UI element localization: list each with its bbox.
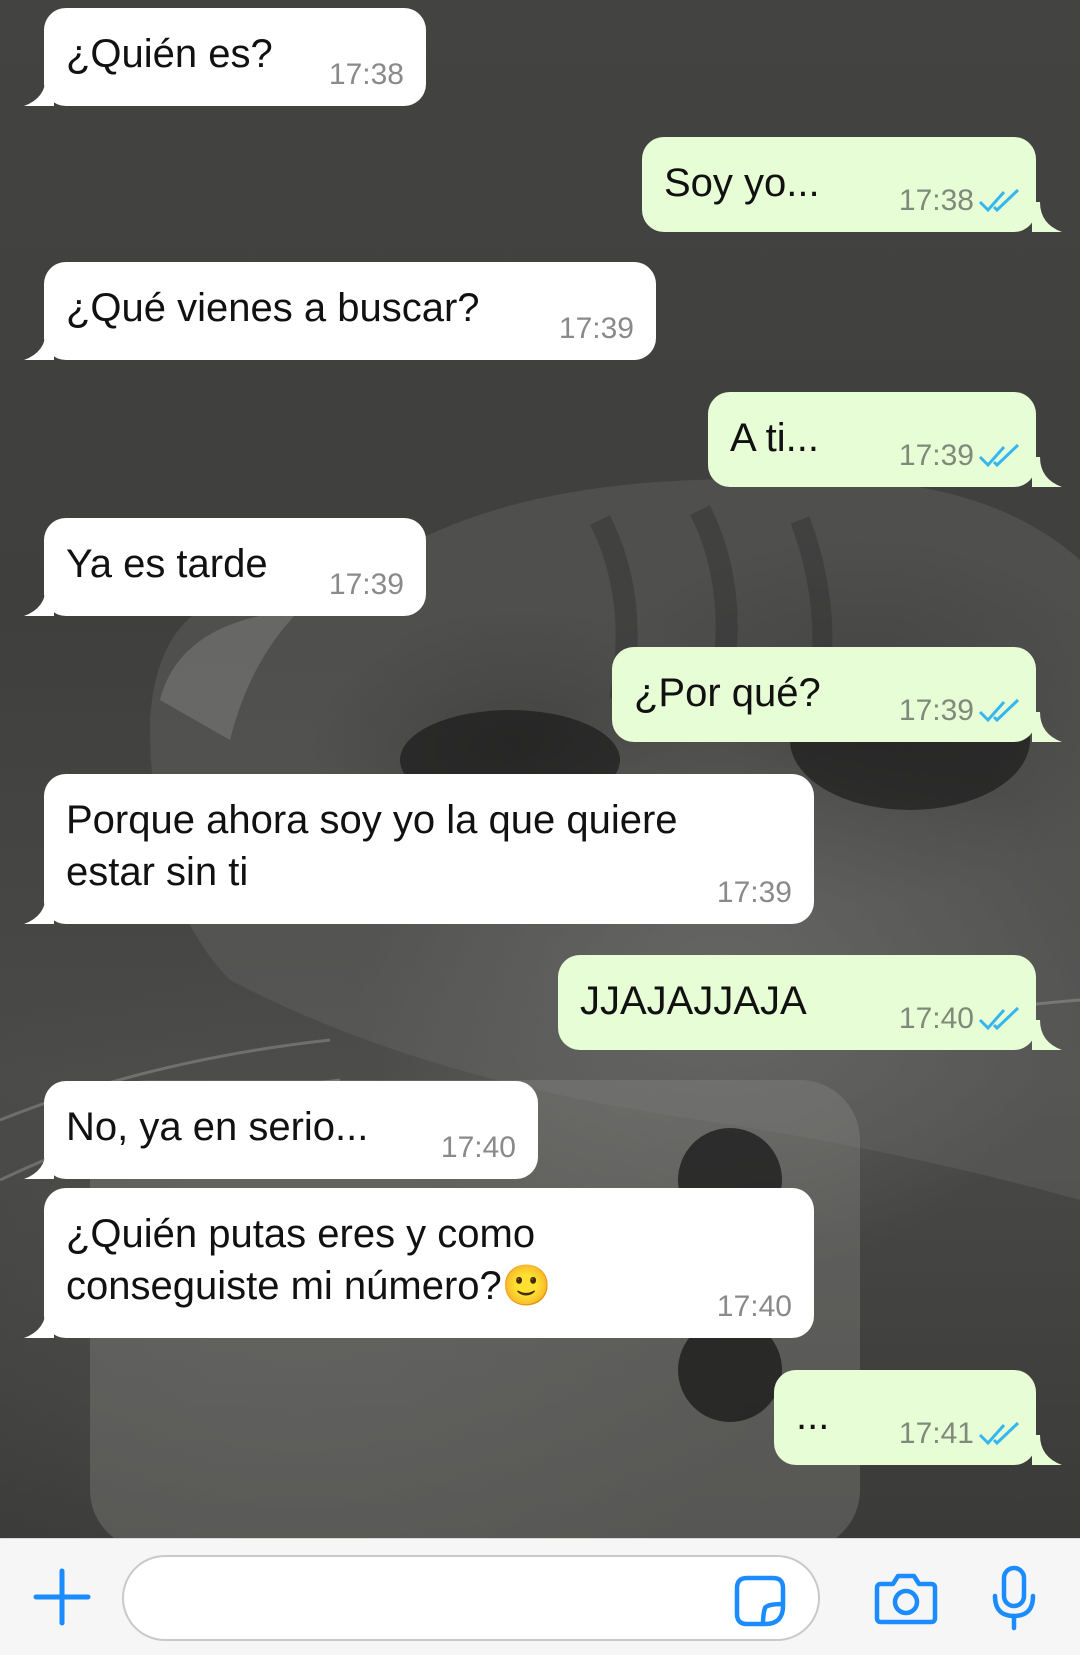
camera-button[interactable] <box>870 1563 942 1635</box>
bubble-tail <box>1032 202 1062 232</box>
message-bubble-outgoing[interactable]: Soy yo... 17:38 <box>642 137 1062 232</box>
message-text: ¿Quién es? <box>66 32 273 76</box>
message-time: 17:39 <box>328 568 404 601</box>
message-text: Soy yo... <box>664 161 820 205</box>
message-time: 17:40 <box>899 1004 1022 1034</box>
message-text: A ti... <box>730 416 819 460</box>
message-bubble-outgoing[interactable]: ¿Por qué? 17:39 <box>612 647 1062 742</box>
message-text: ¿Por qué? <box>634 671 821 715</box>
double-check-icon <box>978 698 1020 723</box>
camera-icon <box>874 1573 938 1625</box>
message-text: No, ya en serio... <box>66 1105 369 1149</box>
double-check-icon <box>978 443 1020 468</box>
sticker-icon <box>734 1575 786 1627</box>
double-check-icon <box>978 188 1020 213</box>
message-bubble-incoming[interactable]: No, ya en serio... 17:40 <box>24 1081 538 1179</box>
bubble-tail <box>24 330 54 360</box>
message-text: ¿Quién putas eres y como conseguiste mi … <box>66 1212 552 1308</box>
message-time: 17:40 <box>440 1131 516 1164</box>
message-bubble-outgoing[interactable]: JJAJAJJAJA 17:40 <box>558 955 1062 1050</box>
message-bubble-incoming[interactable]: ¿Quién es? 17:38 <box>24 8 426 106</box>
message-text: ... <box>796 1394 830 1438</box>
microphone-icon <box>992 1565 1036 1631</box>
message-input[interactable] <box>122 1555 820 1641</box>
bubble-tail <box>24 1149 54 1179</box>
message-text: JJAJAJJAJA <box>580 979 807 1023</box>
microphone-button[interactable] <box>982 1559 1046 1639</box>
message-time: 17:39 <box>899 441 1022 471</box>
message-bubble-incoming[interactable]: ¿Qué vienes a buscar? 17:39 <box>24 262 656 360</box>
double-check-icon <box>978 1006 1020 1031</box>
message-bubble-outgoing[interactable]: ... 17:41 <box>774 1370 1062 1465</box>
bubble-tail <box>24 1308 54 1338</box>
bubble-tail <box>1032 1020 1062 1050</box>
message-bubble-outgoing[interactable]: A ti... 17:39 <box>708 392 1062 487</box>
message-time: 17:39 <box>558 312 634 345</box>
message-time: 17:40 <box>716 1290 792 1323</box>
message-time: 17:38 <box>328 58 404 91</box>
message-bubble-incoming[interactable]: Ya es tarde 17:39 <box>24 518 426 616</box>
message-text: Porque ahora soy yo la que quiere estar … <box>66 798 678 894</box>
message-bubble-incoming[interactable]: Porque ahora soy yo la que quiere estar … <box>24 774 814 924</box>
message-text: ¿Qué vienes a buscar? <box>66 286 480 330</box>
message-bubble-incoming[interactable]: ¿Quién putas eres y como conseguiste mi … <box>24 1188 814 1338</box>
bubble-tail <box>1032 1435 1062 1465</box>
bubble-tail <box>1032 712 1062 742</box>
bubble-tail <box>24 76 54 106</box>
attach-button[interactable] <box>26 1561 98 1633</box>
plus-icon <box>33 1568 91 1626</box>
message-time: 17:41 <box>899 1419 1022 1449</box>
bubble-tail <box>24 586 54 616</box>
message-time: 17:39 <box>716 876 792 909</box>
double-check-icon <box>978 1421 1020 1446</box>
message-input-bar <box>0 1538 1080 1655</box>
bubble-tail <box>1032 457 1062 487</box>
message-text: Ya es tarde <box>66 542 268 586</box>
sticker-button[interactable] <box>730 1571 790 1631</box>
bubble-tail <box>24 894 54 924</box>
message-time: 17:39 <box>899 696 1022 726</box>
message-time: 17:38 <box>899 186 1022 216</box>
